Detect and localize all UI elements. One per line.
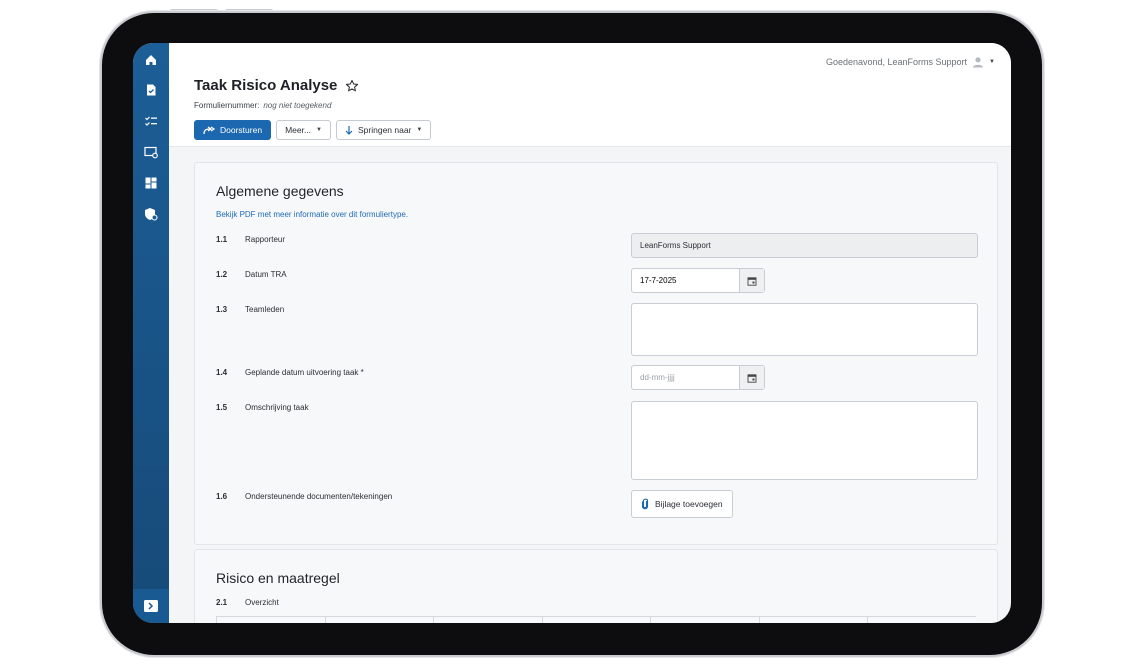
- checklist-icon[interactable]: [141, 111, 161, 131]
- task-description-field[interactable]: [631, 401, 978, 480]
- jump-to-button[interactable]: Springen naar ▼: [336, 120, 432, 140]
- star-icon[interactable]: [345, 79, 359, 93]
- section-title: Algemene gegevens: [216, 183, 344, 199]
- row-label: Datum TRA: [245, 270, 287, 279]
- row-number: 1.2: [216, 270, 228, 279]
- row-label: Teamleden: [245, 305, 285, 314]
- sidebar-expand-button[interactable]: [133, 589, 169, 623]
- planned-date-field[interactable]: dd-mm-jjjj: [631, 365, 765, 390]
- expand-icon: [144, 600, 158, 612]
- row-number: 1.1: [216, 235, 228, 244]
- pdf-info-link[interactable]: Bekijk PDF met meer informatie over dit …: [216, 210, 408, 219]
- section-general-info: Algemene gegevens Bekijk PDF met meer in…: [194, 162, 998, 545]
- more-button[interactable]: Meer... ▼: [276, 120, 331, 140]
- row-number: 1.6: [216, 492, 228, 501]
- reporter-field[interactable]: LeanForms Support: [631, 233, 978, 258]
- document-icon[interactable]: [141, 80, 161, 100]
- more-label: Meer...: [285, 125, 312, 135]
- calendar-icon: [747, 373, 757, 383]
- form-number: Formuliernummer: nog niet toegekend: [194, 101, 331, 110]
- paperclip-icon: [641, 498, 649, 510]
- calendar-icon: [747, 276, 757, 286]
- screen: Goedenavond, LeanForms Support ▼ Taak Ri…: [133, 43, 1011, 623]
- toolbar: Doorsturen Meer... ▼ Springen naar ▼: [194, 120, 432, 140]
- chevron-down-icon: ▼: [316, 127, 322, 133]
- arrow-down-icon: [345, 126, 353, 135]
- row-number: 1.4: [216, 368, 228, 377]
- sidebar: [133, 43, 169, 623]
- row-number: 2.1: [216, 598, 228, 607]
- user-menu[interactable]: Goedenavond, LeanForms Support ▼: [826, 56, 995, 68]
- row-number: 1.3: [216, 305, 228, 314]
- calendar-button[interactable]: [739, 366, 764, 389]
- forward-label: Doorsturen: [220, 125, 263, 135]
- row-label: Geplande datum uitvoering taak *: [245, 368, 364, 377]
- add-attachment-label: Bijlage toevoegen: [655, 499, 723, 509]
- row-label: Ondersteunende documenten/tekeningen: [245, 492, 393, 501]
- forward-button[interactable]: Doorsturen: [194, 120, 272, 140]
- home-icon[interactable]: [141, 50, 161, 70]
- overview-table: [216, 616, 976, 623]
- chevron-down-icon: ▼: [989, 59, 995, 65]
- user-icon: [973, 57, 984, 68]
- row-label: Rapporteur: [245, 235, 286, 244]
- main-content: Goedenavond, LeanForms Support ▼ Taak Ri…: [169, 43, 1011, 623]
- reporter-value: LeanForms Support: [640, 241, 711, 250]
- section-risk-measures: Risico en maatregel 2.1 Overzicht: [194, 549, 998, 623]
- greeting-text: Goedenavond, LeanForms Support: [825, 57, 968, 67]
- page-title: Taak Risico Analyse: [194, 77, 359, 94]
- date-tra-value: 17-7-2025: [640, 276, 677, 285]
- form-number-value: nog niet toegekend: [263, 101, 332, 110]
- row-label: Omschrijving taak: [245, 403, 309, 412]
- planned-date-placeholder: dd-mm-jjjj: [640, 373, 675, 382]
- shield-settings-icon[interactable]: [141, 204, 161, 224]
- section-title: Risico en maatregel: [216, 570, 340, 586]
- screen-settings-icon[interactable]: [141, 142, 161, 162]
- forward-icon: [203, 125, 215, 134]
- page-header: Goedenavond, LeanForms Support ▼ Taak Ri…: [169, 43, 1011, 147]
- jump-to-label: Springen naar: [358, 125, 412, 135]
- team-members-field[interactable]: [631, 303, 978, 356]
- calendar-button[interactable]: [739, 269, 764, 292]
- date-tra-field[interactable]: 17-7-2025: [631, 268, 765, 293]
- row-label: Overzicht: [245, 598, 279, 607]
- row-number: 1.5: [216, 403, 228, 412]
- dashboard-icon[interactable]: [141, 173, 161, 193]
- chevron-down-icon: ▼: [416, 127, 423, 133]
- form-number-label: Formuliernummer:: [194, 101, 260, 110]
- page-title-text: Taak Risico Analyse: [194, 77, 338, 94]
- add-attachment-button[interactable]: Bijlage toevoegen: [631, 490, 733, 518]
